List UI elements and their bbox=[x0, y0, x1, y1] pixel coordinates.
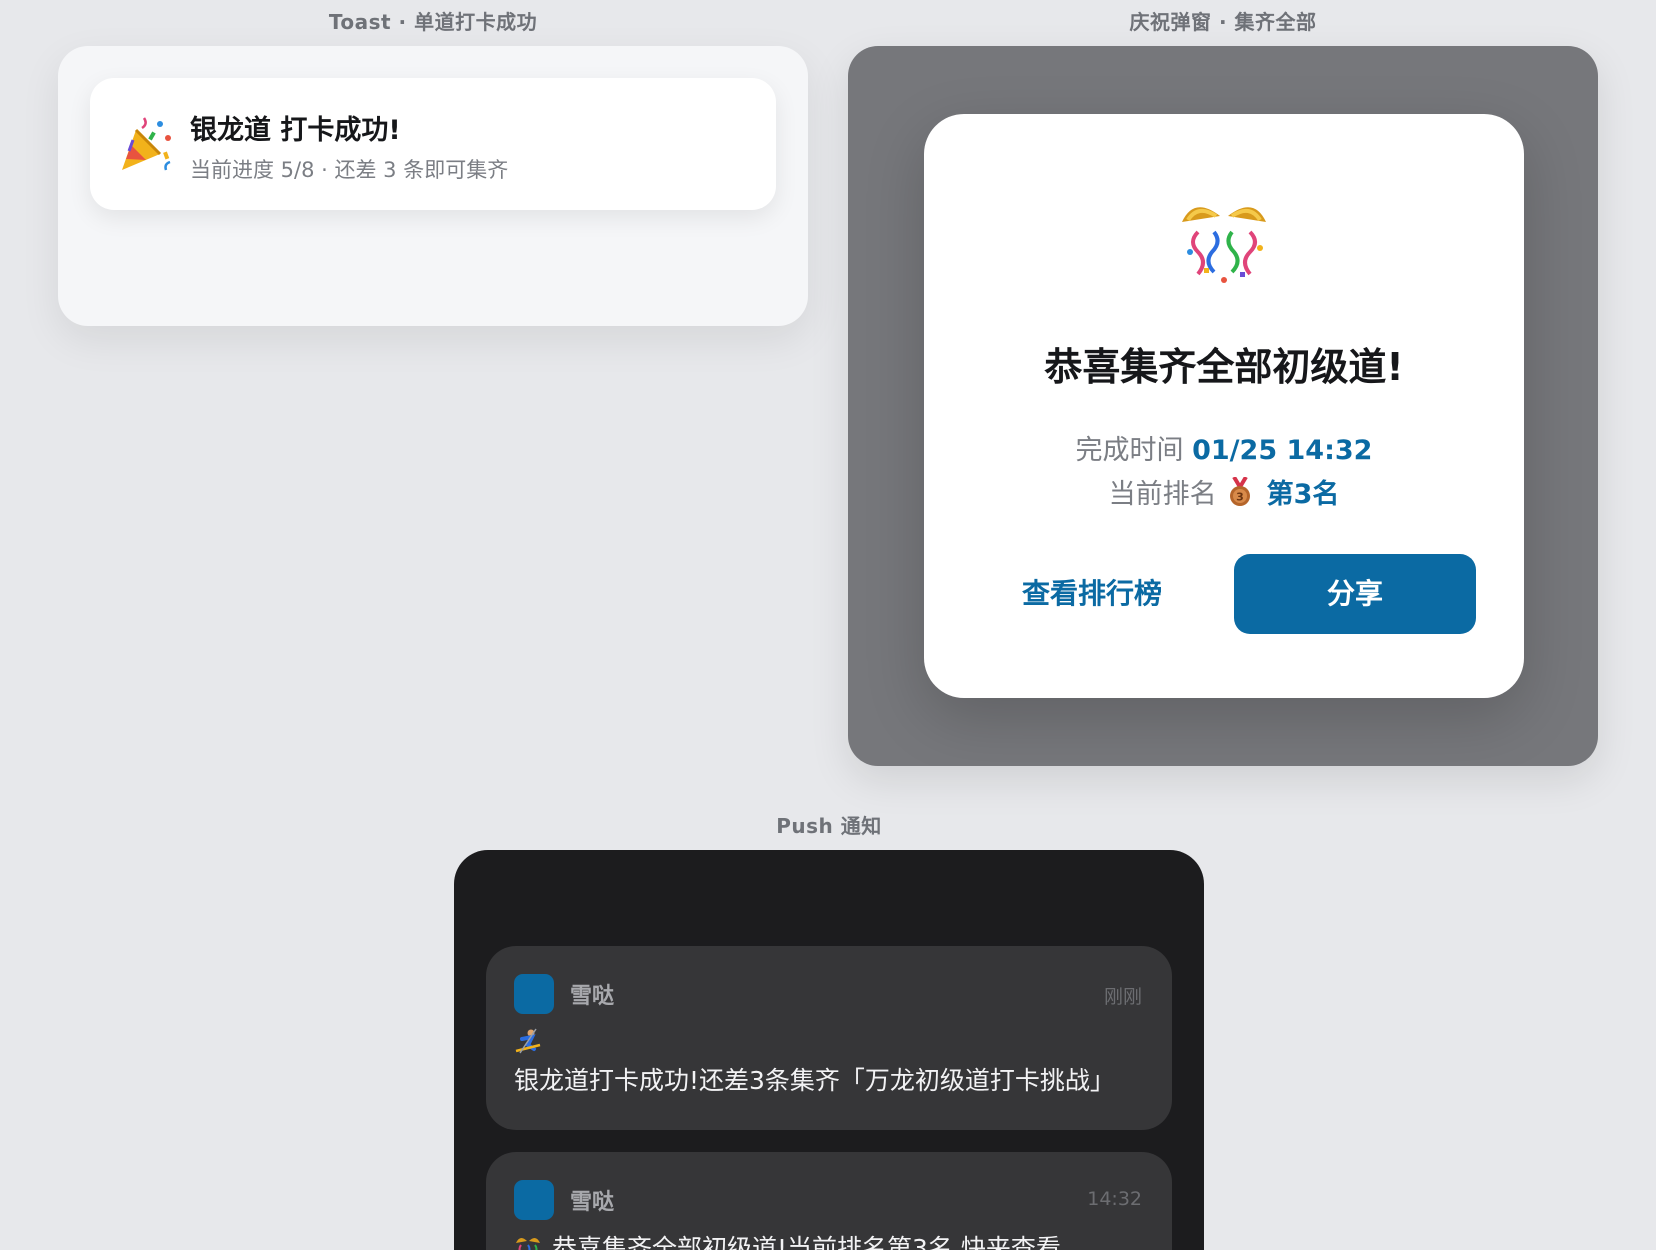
rank-value: 第3名 bbox=[1266, 479, 1340, 510]
notification-text: 银龙道打卡成功!还差3条集齐「万龙初级道打卡挑战」 bbox=[514, 1066, 1115, 1095]
notification-time: 14:32 bbox=[1087, 1188, 1142, 1210]
rank-row: 当前排名 3 第3名 bbox=[924, 472, 1524, 511]
canvas: Toast · 单道打卡成功 庆祝弹窗 · 集齐全部 Push 通知 银龙道 打… bbox=[0, 0, 1656, 1250]
party-popper-icon bbox=[122, 117, 171, 171]
app-icon bbox=[514, 1180, 554, 1220]
push-preview-panel: 雪哒 刚刚 银龙道打卡成功!还差3条集齐「万龙初级道打卡挑战」 雪哒 14:32 bbox=[454, 850, 1204, 1250]
success-toast[interactable]: 银龙道 打卡成功! 当前进度 5/8 · 还差 3 条即可集齐 bbox=[90, 78, 776, 210]
celebration-modal: 恭喜集齐全部初级道! 完成时间 01/25 14:32 当前排名 3 第3名 查… bbox=[924, 114, 1524, 698]
toast-title: 银龙道 打卡成功! bbox=[190, 115, 401, 146]
svg-text:3: 3 bbox=[1236, 491, 1244, 504]
completion-time-value: 01/25 14:32 bbox=[1192, 435, 1373, 466]
rank-label: 当前排名 bbox=[1108, 479, 1217, 510]
toast-progress-text: 当前进度 5/8 · 还差 3 条即可集齐 bbox=[190, 158, 509, 182]
toast-section-label: Toast · 单道打卡成功 bbox=[328, 10, 538, 34]
app-icon bbox=[514, 974, 554, 1014]
share-button[interactable]: 分享 bbox=[1234, 554, 1476, 634]
app-name: 雪哒 bbox=[570, 984, 615, 1009]
completion-time-label: 完成时间 bbox=[1075, 435, 1184, 466]
confetti-ball-icon bbox=[1182, 207, 1266, 283]
notification-body: 银龙道打卡成功!还差3条集齐「万龙初级道打卡挑战」 bbox=[514, 1024, 1144, 1100]
toast-preview-panel: 银龙道 打卡成功! 当前进度 5/8 · 还差 3 条即可集齐 bbox=[58, 46, 808, 326]
notification-text: 恭喜集齐全部初级道!当前排名第3名,快来查看 bbox=[552, 1234, 1061, 1250]
push-notification[interactable]: 雪哒 刚刚 银龙道打卡成功!还差3条集齐「万龙初级道打卡挑战」 bbox=[486, 946, 1172, 1130]
bronze-medal-icon: 3 bbox=[1229, 477, 1250, 506]
confetti-ball-icon bbox=[516, 1237, 540, 1250]
celebrate-section-label: 庆祝弹窗 · 集齐全部 bbox=[1129, 10, 1317, 34]
skier-icon bbox=[515, 1028, 541, 1054]
notification-body: 恭喜集齐全部初级道!当前排名第3名,快来查看 bbox=[514, 1230, 1144, 1250]
app-name: 雪哒 bbox=[570, 1190, 615, 1215]
notification-time: 刚刚 bbox=[1103, 986, 1142, 1008]
push-notification[interactable]: 雪哒 14:32 恭喜集齐全部初级道!当前排名第3名,快来查看 bbox=[486, 1152, 1172, 1250]
completion-time-row: 完成时间 01/25 14:32 bbox=[924, 428, 1524, 467]
push-section-label: Push 通知 bbox=[776, 814, 882, 838]
view-leaderboard-button[interactable]: 查看排行榜 bbox=[972, 554, 1212, 634]
modal-title: 恭喜集齐全部初级道! bbox=[1044, 345, 1404, 389]
modal-overlay: 恭喜集齐全部初级道! 完成时间 01/25 14:32 当前排名 3 第3名 查… bbox=[848, 46, 1598, 766]
